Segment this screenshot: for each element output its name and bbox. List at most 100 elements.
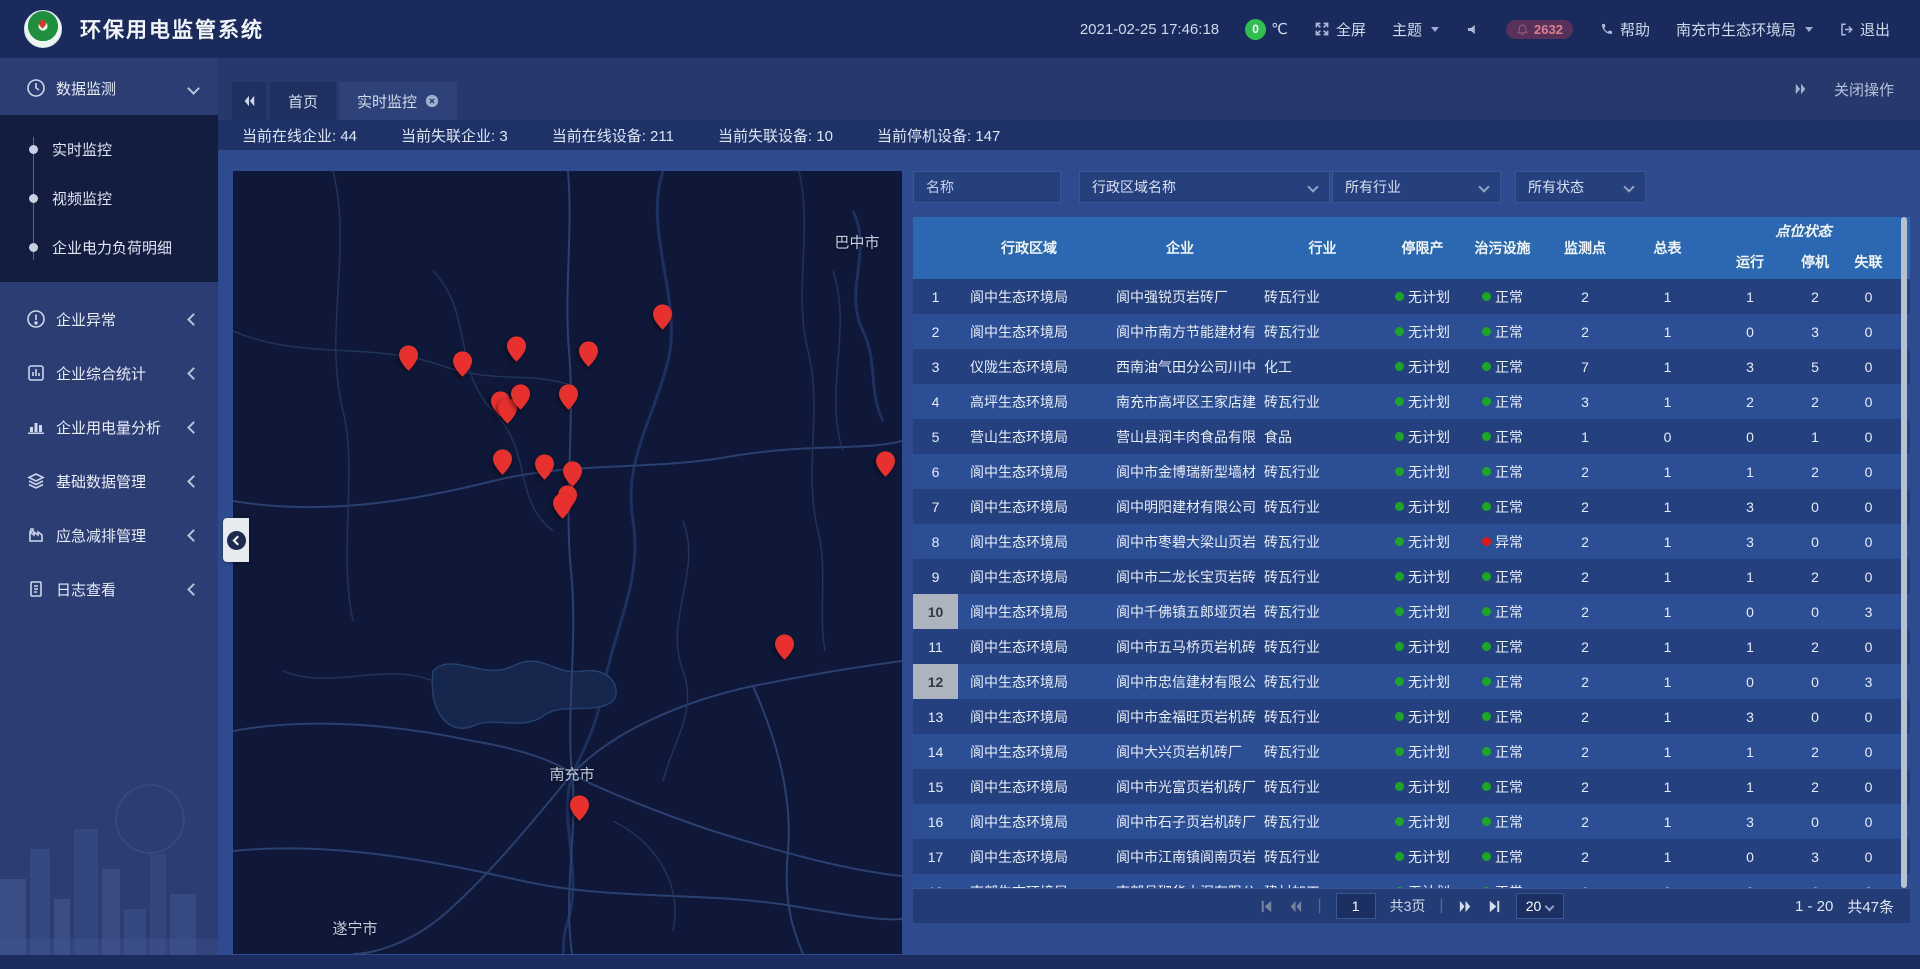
table-row[interactable]: 7 阆中生态环境局 阆中明阳建材有限公司 砖瓦行业 无计划 正常 2 1 3 0… xyxy=(913,489,1910,524)
table-row[interactable]: 5 营山生态环境局 营山县润丰肉食品有限 食品 无计划 正常 1 0 0 1 0 xyxy=(913,419,1910,454)
row-industry: 砖瓦行业 xyxy=(1260,559,1385,594)
tab-home[interactable]: 首页 xyxy=(270,82,336,120)
table-row[interactable]: 14 阆中生态环境局 阆中大兴页岩机砖厂 砖瓦行业 无计划 正常 2 1 1 2… xyxy=(913,734,1910,769)
row-company: 营山县润丰肉食品有限 xyxy=(1100,419,1260,454)
table-row[interactable]: 6 阆中生态环境局 阆中市金博瑞新型墙材 砖瓦行业 无计划 正常 2 1 1 2… xyxy=(913,454,1910,489)
logout-button[interactable]: 退出 xyxy=(1839,19,1890,40)
tab-bar: 首页 实时监控 关闭操作 xyxy=(218,58,1920,120)
row-limit-status: 无计划 xyxy=(1385,524,1460,559)
status-dot-icon xyxy=(1482,362,1491,371)
theme-dropdown[interactable]: 主题 xyxy=(1392,19,1439,40)
col-run: 运行 xyxy=(1710,245,1790,279)
map-pin-icon[interactable] xyxy=(553,493,572,519)
next-page-button[interactable] xyxy=(1458,899,1473,914)
map-pin-icon[interactable] xyxy=(535,454,554,480)
table-row[interactable]: 16 阆中生态环境局 阆中市石子页岩机砖厂 砖瓦行业 无计划 正常 2 1 3 … xyxy=(913,804,1910,839)
table-row[interactable]: 10 阆中生态环境局 阆中千佛镇五郎垭页岩 砖瓦行业 无计划 正常 2 1 0 … xyxy=(913,594,1910,629)
col-stop: 停机 xyxy=(1790,245,1840,279)
industry-select[interactable]: 所有行业 xyxy=(1332,171,1501,203)
sidebar-group-logs[interactable]: 日志查看 xyxy=(0,572,218,606)
map-pin-icon[interactable] xyxy=(559,384,578,410)
row-industry: 砖瓦行业 xyxy=(1260,664,1385,699)
status-dot-icon xyxy=(1482,712,1491,721)
status-select[interactable]: 所有状态 xyxy=(1515,171,1646,203)
status-dot-icon xyxy=(1395,467,1404,476)
row-region: 阆中生态环境局 xyxy=(958,804,1100,839)
table-row[interactable]: 1 阆中生态环境局 阆中强锐页岩砖厂 砖瓦行业 无计划 正常 2 1 1 2 0 xyxy=(913,279,1910,314)
row-limit-status: 无计划 xyxy=(1385,839,1460,874)
current-page-input[interactable]: 1 xyxy=(1336,893,1376,919)
map-pin-icon[interactable] xyxy=(570,795,589,821)
sidebar-group-base-data[interactable]: 基础数据管理 xyxy=(0,464,218,498)
org-dropdown[interactable]: 南充市生态环境局 xyxy=(1676,19,1813,40)
row-facility-status: 异常 xyxy=(1460,524,1545,559)
table-row[interactable]: 8 阆中生态环境局 阆中市枣碧大梁山页岩 砖瓦行业 无计划 异常 2 1 3 0… xyxy=(913,524,1910,559)
map-collapse-toggle[interactable] xyxy=(223,518,249,562)
row-run-count: 0 xyxy=(1710,664,1790,699)
row-stop-count: 0 xyxy=(1790,489,1840,524)
phone-icon xyxy=(1599,22,1614,37)
name-search-input[interactable] xyxy=(913,171,1061,203)
sidebar-item-power-load-detail[interactable]: 企业电力负荷明细 xyxy=(0,223,218,272)
first-page-button[interactable] xyxy=(1259,899,1274,914)
stat-item: 当前在线设备: 211 xyxy=(552,125,674,146)
table-row[interactable]: 4 高坪生态环境局 南充市高坪区王家店建 砖瓦行业 无计划 正常 3 1 2 2… xyxy=(913,384,1910,419)
exit-icon xyxy=(1839,22,1854,37)
map-pin-icon[interactable] xyxy=(876,451,895,477)
table-row[interactable]: 3 仪陇生态环境局 西南油气田分公司川中 化工 无计划 正常 7 1 3 5 0 xyxy=(913,349,1910,384)
map-pin-icon[interactable] xyxy=(511,384,530,410)
map-pin-icon[interactable] xyxy=(507,336,526,362)
document-icon xyxy=(26,579,46,599)
table-row[interactable]: 12 阆中生态环境局 阆中市忠信建材有限公 砖瓦行业 无计划 正常 2 1 0 … xyxy=(913,664,1910,699)
row-total-count: 1 xyxy=(1625,839,1710,874)
region-select[interactable]: 行政区域名称 xyxy=(1079,171,1330,203)
map-pin-icon[interactable] xyxy=(399,345,418,371)
map-pin-icon[interactable] xyxy=(579,341,598,367)
table-row[interactable]: 17 阆中生态环境局 阆中市江南镇阆南页岩 砖瓦行业 无计划 正常 2 1 0 … xyxy=(913,839,1910,874)
map-pin-icon[interactable] xyxy=(563,461,582,487)
last-page-button[interactable] xyxy=(1487,899,1502,914)
row-industry: 砖瓦行业 xyxy=(1260,629,1385,664)
table-row[interactable]: 15 阆中生态环境局 阆中市光富页岩机砖厂 砖瓦行业 无计划 正常 2 1 1 … xyxy=(913,769,1910,804)
chevron-down-icon xyxy=(1623,181,1634,192)
row-region: 阆中生态环境局 xyxy=(958,594,1100,629)
status-dot-icon xyxy=(1395,292,1404,301)
sidebar-item-video-monitor[interactable]: 视频监控 xyxy=(0,174,218,223)
page-size-select[interactable]: 20 xyxy=(1516,893,1564,919)
status-dot-icon xyxy=(1395,817,1404,826)
tabs-scroll-left-button[interactable] xyxy=(232,82,266,120)
map-pin-icon[interactable] xyxy=(775,634,794,660)
row-limit-status: 无计划 xyxy=(1385,594,1460,629)
sidebar-group-data-monitor[interactable]: 数据监测 xyxy=(0,71,218,105)
row-monitor-count: 2 xyxy=(1545,839,1625,874)
sidebar-group-power-analysis[interactable]: 企业用电量分析 xyxy=(0,410,218,444)
table-row[interactable]: 13 阆中生态环境局 阆中市金福旺页岩机砖 砖瓦行业 无计划 正常 2 1 3 … xyxy=(913,699,1910,734)
row-stop-count: 0 xyxy=(1790,699,1840,734)
tab-realtime-monitor[interactable]: 实时监控 xyxy=(339,82,457,120)
mute-button[interactable] xyxy=(1465,22,1480,37)
map-pin-icon[interactable] xyxy=(653,304,672,330)
close-operations-button[interactable]: 关闭操作 xyxy=(1834,79,1894,100)
map-pin-icon[interactable] xyxy=(493,449,512,475)
table-row[interactable]: 11 阆中生态环境局 阆中市五马桥页岩机砖 砖瓦行业 无计划 正常 2 1 1 … xyxy=(913,629,1910,664)
help-button[interactable]: 帮助 xyxy=(1599,19,1650,40)
fullscreen-button[interactable]: 全屏 xyxy=(1314,19,1366,40)
speaker-muted-icon xyxy=(1465,22,1480,37)
sidebar-group-enterprise-abnormal[interactable]: 企业异常 xyxy=(0,302,218,336)
sidebar-group-enterprise-stats[interactable]: 企业综合统计 xyxy=(0,356,218,390)
sidebar-item-realtime-monitor[interactable]: 实时监控 xyxy=(0,125,218,174)
table-scrollbar[interactable] xyxy=(1901,217,1907,888)
double-chevron-right-icon[interactable] xyxy=(1794,82,1808,96)
map-pin-icon[interactable] xyxy=(453,351,472,377)
table-row[interactable]: 9 阆中生态环境局 阆中市二龙长宝页岩砖 砖瓦行业 无计划 正常 2 1 1 2… xyxy=(913,559,1910,594)
sidebar-group-emission-reduce[interactable]: 应急减排管理 xyxy=(0,518,218,552)
status-dot-icon xyxy=(1482,782,1491,791)
table-row[interactable]: 18 南部生态环境局 南部县砌华水泥有限公 建材加工 无计划 正常 6 0 0 … xyxy=(913,874,1910,888)
table-row[interactable]: 2 阆中生态环境局 阆中市南方节能建材有 砖瓦行业 无计划 正常 2 1 0 3… xyxy=(913,314,1910,349)
map-panel[interactable]: 巴中市南充市遂宁市 xyxy=(233,171,902,954)
close-tab-icon[interactable] xyxy=(425,94,439,108)
message-count-badge[interactable]: 2632 xyxy=(1506,20,1573,39)
row-company: 阆中市光富页岩机砖厂 xyxy=(1100,769,1260,804)
prev-page-button[interactable] xyxy=(1288,899,1303,914)
row-facility-status: 正常 xyxy=(1460,629,1545,664)
